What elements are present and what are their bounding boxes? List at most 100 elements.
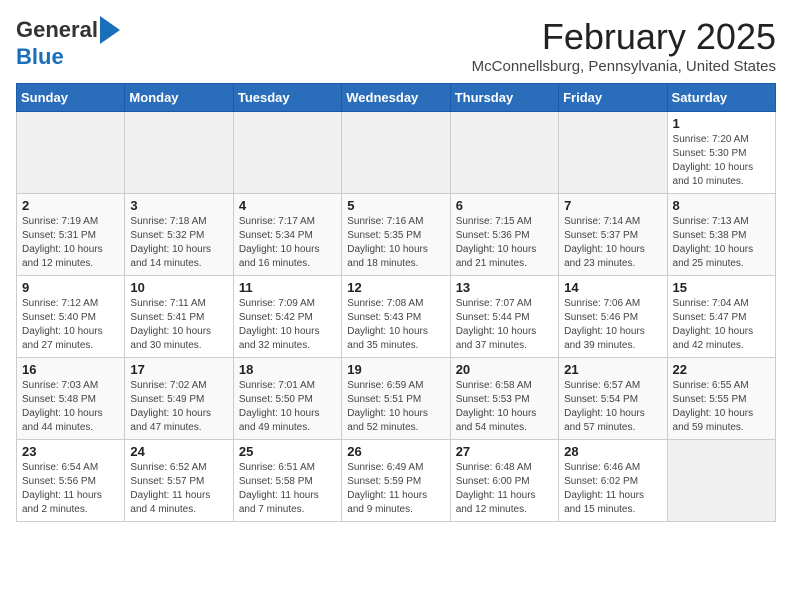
calendar-cell: 12 Sunrise: 7:08 AM Sunset: 5:43 PM Dayli… [342,276,450,358]
location-title: McConnellsburg, Pennsylvania, United Sta… [472,58,776,75]
day-info: Sunrise: 7:01 AM Sunset: 5:50 PM Dayligh… [239,379,336,435]
day-number: 11 [239,280,336,295]
calendar-cell: 8 Sunrise: 7:13 AM Sunset: 5:38 PM Daylig… [667,194,775,276]
day-number: 2 [22,198,119,213]
calendar-cell: 11 Sunrise: 7:09 AM Sunset: 5:42 PM Dayli… [233,276,341,358]
day-info: Sunrise: 6:51 AM Sunset: 5:58 PM Dayligh… [239,461,336,517]
day-info: Sunrise: 7:12 AM Sunset: 5:40 PM Dayligh… [22,297,119,353]
day-info: Sunrise: 7:03 AM Sunset: 5:48 PM Dayligh… [22,379,119,435]
day-number: 9 [22,280,119,295]
day-info: Sunrise: 7:17 AM Sunset: 5:34 PM Dayligh… [239,215,336,271]
day-number: 24 [130,444,227,459]
day-number: 8 [673,198,770,213]
calendar-cell [17,112,125,194]
day-number: 18 [239,362,336,377]
calendar-cell: 5 Sunrise: 7:16 AM Sunset: 5:35 PM Daylig… [342,194,450,276]
day-info: Sunrise: 7:08 AM Sunset: 5:43 PM Dayligh… [347,297,444,353]
day-info: Sunrise: 6:49 AM Sunset: 5:59 PM Dayligh… [347,461,444,517]
calendar-cell [125,112,233,194]
calendar-cell: 23Sunrise: 6:54 AM Sunset: 5:56 PM Dayli… [17,440,125,522]
day-info: Sunrise: 7:09 AM Sunset: 5:42 PM Dayligh… [239,297,336,353]
header: General Blue February 2025 McConnellsbur… [16,16,776,75]
logo: General Blue [16,16,120,70]
day-number: 3 [130,198,227,213]
calendar-cell: 7 Sunrise: 7:14 AM Sunset: 5:37 PM Daylig… [559,194,667,276]
calendar-cell: 4 Sunrise: 7:17 AM Sunset: 5:34 PM Daylig… [233,194,341,276]
day-info: Sunrise: 6:59 AM Sunset: 5:51 PM Dayligh… [347,379,444,435]
day-info: Sunrise: 7:02 AM Sunset: 5:49 PM Dayligh… [130,379,227,435]
calendar-body: 1 Sunrise: 7:20 AM Sunset: 5:30 PM Daylig… [17,112,776,522]
calendar-cell [667,440,775,522]
day-number: 4 [239,198,336,213]
weekday-tuesday: Tuesday [233,84,341,112]
calendar-cell: 15Sunrise: 7:04 AM Sunset: 5:47 PM Dayli… [667,276,775,358]
day-info: Sunrise: 7:13 AM Sunset: 5:38 PM Dayligh… [673,215,770,271]
calendar-cell: 2 Sunrise: 7:19 AM Sunset: 5:31 PM Daylig… [17,194,125,276]
day-number: 1 [673,116,770,131]
day-number: 27 [456,444,553,459]
day-number: 22 [673,362,770,377]
day-number: 21 [564,362,661,377]
calendar-cell: 26 Sunrise: 6:49 AM Sunset: 5:59 PM Dayli… [342,440,450,522]
logo-blue-text: Blue [16,44,64,70]
day-number: 5 [347,198,444,213]
day-number: 7 [564,198,661,213]
day-number: 20 [456,362,553,377]
logo-arrow-icon [100,16,120,44]
day-number: 26 [347,444,444,459]
weekday-thursday: Thursday [450,84,558,112]
calendar: SundayMondayTuesdayWednesdayThursdayFrid… [16,83,776,522]
calendar-cell: 27 Sunrise: 6:48 AM Sunset: 6:00 PM Dayli… [450,440,558,522]
day-info: Sunrise: 7:11 AM Sunset: 5:41 PM Dayligh… [130,297,227,353]
day-info: Sunrise: 7:14 AM Sunset: 5:37 PM Dayligh… [564,215,661,271]
day-number: 12 [347,280,444,295]
calendar-cell [233,112,341,194]
calendar-cell: 17 Sunrise: 7:02 AM Sunset: 5:49 PM Dayli… [125,358,233,440]
day-number: 15 [673,280,770,295]
day-info: Sunrise: 7:20 AM Sunset: 5:30 PM Dayligh… [673,133,770,189]
calendar-cell: 20Sunrise: 6:58 AM Sunset: 5:53 PM Dayli… [450,358,558,440]
weekday-saturday: Saturday [667,84,775,112]
day-info: Sunrise: 7:16 AM Sunset: 5:35 PM Dayligh… [347,215,444,271]
calendar-cell: 18 Sunrise: 7:01 AM Sunset: 5:50 PM Dayli… [233,358,341,440]
week-row-3: 16 Sunrise: 7:03 AM Sunset: 5:48 PM Dayli… [17,358,776,440]
calendar-cell: 25 Sunrise: 6:51 AM Sunset: 5:58 PM Dayli… [233,440,341,522]
day-number: 16 [22,362,119,377]
day-number: 25 [239,444,336,459]
day-number: 23 [22,444,119,459]
title-area: February 2025 McConnellsburg, Pennsylvan… [472,16,776,75]
day-number: 14 [564,280,661,295]
day-info: Sunrise: 6:57 AM Sunset: 5:54 PM Dayligh… [564,379,661,435]
calendar-cell: 10 Sunrise: 7:11 AM Sunset: 5:41 PM Dayli… [125,276,233,358]
calendar-cell: 3 Sunrise: 7:18 AM Sunset: 5:32 PM Daylig… [125,194,233,276]
week-row-4: 23Sunrise: 6:54 AM Sunset: 5:56 PM Dayli… [17,440,776,522]
calendar-cell: 24 Sunrise: 6:52 AM Sunset: 5:57 PM Dayli… [125,440,233,522]
calendar-cell: 19 Sunrise: 6:59 AM Sunset: 5:51 PM Dayli… [342,358,450,440]
calendar-cell [559,112,667,194]
calendar-cell [342,112,450,194]
calendar-cell: 13Sunrise: 7:07 AM Sunset: 5:44 PM Dayli… [450,276,558,358]
logo-general-text: General [16,17,98,43]
weekday-sunday: Sunday [17,84,125,112]
day-number: 6 [456,198,553,213]
week-row-0: 1 Sunrise: 7:20 AM Sunset: 5:30 PM Daylig… [17,112,776,194]
calendar-cell: 14 Sunrise: 7:06 AM Sunset: 5:46 PM Dayli… [559,276,667,358]
day-info: Sunrise: 7:06 AM Sunset: 5:46 PM Dayligh… [564,297,661,353]
weekday-wednesday: Wednesday [342,84,450,112]
calendar-cell [450,112,558,194]
day-info: Sunrise: 6:52 AM Sunset: 5:57 PM Dayligh… [130,461,227,517]
calendar-cell: 21 Sunrise: 6:57 AM Sunset: 5:54 PM Dayli… [559,358,667,440]
weekday-header-row: SundayMondayTuesdayWednesdayThursdayFrid… [17,84,776,112]
day-info: Sunrise: 6:48 AM Sunset: 6:00 PM Dayligh… [456,461,553,517]
day-number: 10 [130,280,227,295]
day-info: Sunrise: 7:07 AM Sunset: 5:44 PM Dayligh… [456,297,553,353]
calendar-cell: 9 Sunrise: 7:12 AM Sunset: 5:40 PM Daylig… [17,276,125,358]
week-row-1: 2 Sunrise: 7:19 AM Sunset: 5:31 PM Daylig… [17,194,776,276]
calendar-cell: 16 Sunrise: 7:03 AM Sunset: 5:48 PM Dayli… [17,358,125,440]
calendar-cell: 22Sunrise: 6:55 AM Sunset: 5:55 PM Dayli… [667,358,775,440]
day-number: 17 [130,362,227,377]
day-info: Sunrise: 7:18 AM Sunset: 5:32 PM Dayligh… [130,215,227,271]
week-row-2: 9 Sunrise: 7:12 AM Sunset: 5:40 PM Daylig… [17,276,776,358]
day-number: 19 [347,362,444,377]
day-info: Sunrise: 7:19 AM Sunset: 5:31 PM Dayligh… [22,215,119,271]
